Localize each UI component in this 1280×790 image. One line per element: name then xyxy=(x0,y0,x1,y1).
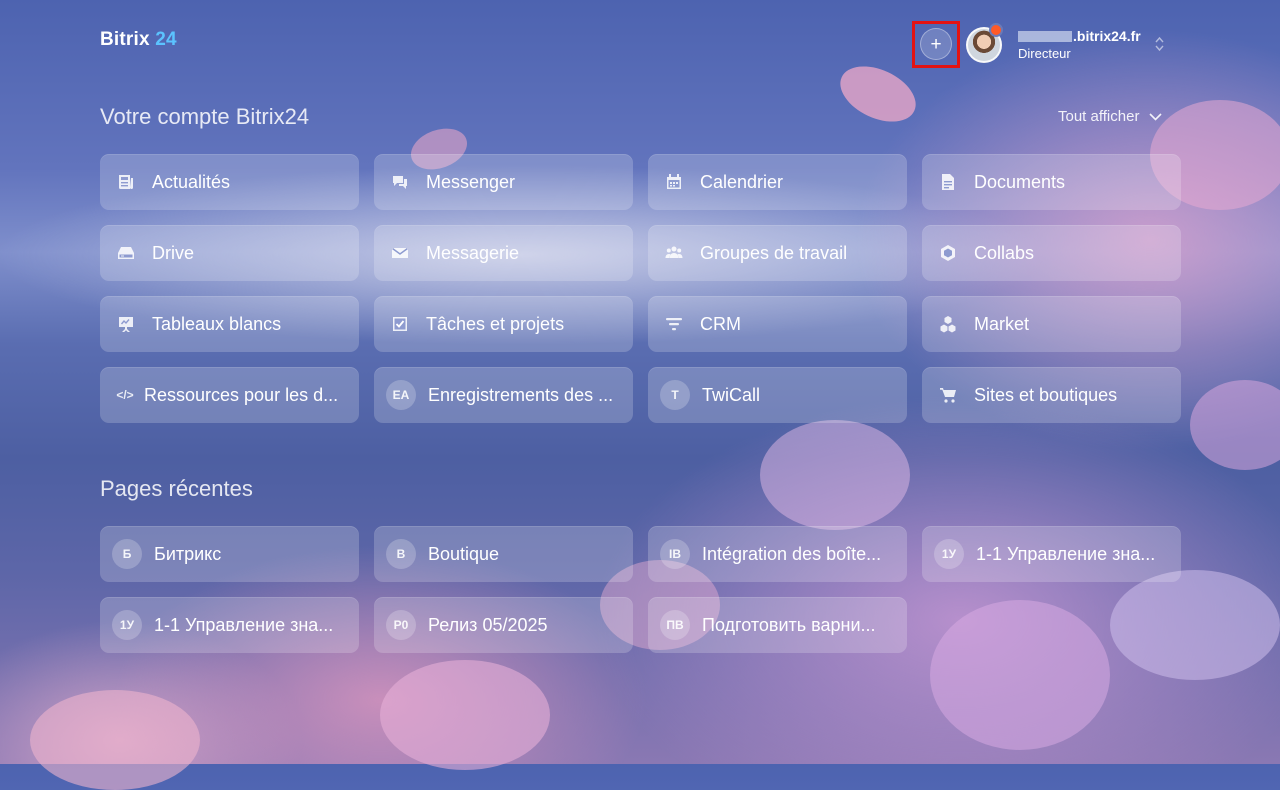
top-header: Bitrix 24 + .bitrix24.fr Directeur xyxy=(0,0,1280,90)
initials-avatar: EA xyxy=(386,380,416,410)
app-tile-ressources-developpeurs[interactable]: </> Ressources pour les d... xyxy=(100,367,359,423)
app-tile-label: CRM xyxy=(700,313,741,334)
group-icon xyxy=(662,241,686,265)
initials-avatar: Р0 xyxy=(386,610,416,640)
recent-page-label: Intégration des boîte... xyxy=(702,543,882,564)
recent-page-label: Битрикс xyxy=(154,543,222,564)
initials-avatar: IB xyxy=(660,539,690,569)
recent-page-label: Подготовить варни... xyxy=(702,614,876,635)
app-tile-label: Drive xyxy=(152,242,195,263)
chat-icon xyxy=(388,170,412,194)
whiteboard-icon xyxy=(114,312,138,336)
recent-page-label: 1-1 Управление зна... xyxy=(154,614,334,635)
app-tile-label: Messagerie xyxy=(426,242,520,263)
app-tile-calendrier[interactable]: Calendrier xyxy=(648,154,907,210)
bitrix24-logo[interactable]: Bitrix 24 xyxy=(100,29,177,51)
app-tile-label: Groupes de travail xyxy=(700,242,848,263)
app-tile-messagerie[interactable]: Messagerie xyxy=(374,225,633,281)
app-tile-actualites[interactable]: Actualités xyxy=(100,154,359,210)
show-all-button[interactable]: Tout afficher xyxy=(1058,108,1163,125)
account-role: Directeur xyxy=(1018,46,1071,61)
cart-icon xyxy=(936,383,960,407)
app-tile-label: Messenger xyxy=(426,171,516,192)
app-tile-label: Actualités xyxy=(152,171,231,192)
initials-avatar: T xyxy=(660,380,690,410)
logo-number: 24 xyxy=(155,29,177,50)
logo-text: Bitrix xyxy=(100,29,150,50)
initials-avatar: B xyxy=(386,539,416,569)
recent-page-tile[interactable]: ПВ Подготовить варни... xyxy=(648,597,907,653)
masked-domain-prefix xyxy=(1018,31,1072,42)
app-tile-label: Documents xyxy=(974,171,1066,192)
app-tile-label: Sites et boutiques xyxy=(974,384,1118,405)
app-tile-label: Tableaux blancs xyxy=(152,313,282,334)
recent-page-tile[interactable]: 1У 1-1 Управление зна... xyxy=(100,597,359,653)
recent-page-tile[interactable]: 1У 1-1 Управление зна... xyxy=(922,526,1181,582)
chevron-down-icon xyxy=(1149,112,1163,121)
document-icon xyxy=(936,170,960,194)
initials-avatar: 1У xyxy=(112,610,142,640)
app-tile-documents[interactable]: Documents xyxy=(922,154,1181,210)
app-tile-label: Collabs xyxy=(974,242,1035,263)
app-tile-label: Ressources pour les d... xyxy=(144,384,339,405)
drive-icon xyxy=(114,241,138,265)
task-icon xyxy=(388,312,412,336)
recent-section-title: Pages récentes xyxy=(100,476,253,501)
initials-avatar: 1У xyxy=(934,539,964,569)
app-tile-crm[interactable]: CRM xyxy=(648,296,907,352)
account-section-title: Votre compte Bitrix24 xyxy=(100,104,310,129)
app-tile-enregistrements[interactable]: EA Enregistrements des ... xyxy=(374,367,633,423)
notification-dot xyxy=(989,23,1003,37)
app-tile-messenger[interactable]: Messenger xyxy=(374,154,633,210)
app-tile-label: Tâches et projets xyxy=(426,313,565,334)
app-tile-market[interactable]: Market xyxy=(922,296,1181,352)
recent-page-label: Boutique xyxy=(428,543,500,564)
app-tile-sites-et-boutiques[interactable]: Sites et boutiques xyxy=(922,367,1181,423)
recent-pages-grid: Б Битрикс B Boutique IB Intégration des … xyxy=(100,526,1181,653)
calendar-icon xyxy=(662,170,686,194)
app-tile-twicall[interactable]: T TwiCall xyxy=(648,367,907,423)
account-switcher[interactable]: .bitrix24.fr Directeur xyxy=(1018,28,1141,62)
hexagon-icon xyxy=(936,241,960,265)
code-icon: </> xyxy=(116,388,134,402)
filter-icon xyxy=(662,312,686,336)
app-tile-collabs[interactable]: Collabs xyxy=(922,225,1181,281)
app-tile-label: TwiCall xyxy=(702,384,761,405)
initials-avatar: ПВ xyxy=(660,610,690,640)
newspaper-icon xyxy=(114,170,138,194)
show-all-label: Tout afficher xyxy=(1058,108,1140,125)
mail-icon xyxy=(388,241,412,265)
app-tile-label: Enregistrements des ... xyxy=(428,384,614,405)
account-domain-text: .bitrix24.fr xyxy=(1073,28,1141,44)
recent-page-tile[interactable]: Б Битрикс xyxy=(100,526,359,582)
recent-page-label: 1-1 Управление зна... xyxy=(976,543,1156,564)
initials-avatar: Б xyxy=(112,539,142,569)
app-tile-drive[interactable]: Drive xyxy=(100,225,359,281)
recent-page-tile[interactable]: B Boutique xyxy=(374,526,633,582)
app-tile-groupes-de-travail[interactable]: Groupes de travail xyxy=(648,225,907,281)
recent-page-label: Релиз 05/2025 xyxy=(428,614,548,635)
app-tile-label: Calendrier xyxy=(700,171,784,192)
chevron-updown-icon[interactable] xyxy=(1155,36,1164,54)
recent-page-tile[interactable]: IB Intégration des boîte... xyxy=(648,526,907,582)
apps-grid: Actualités Messenger Calendrier Document… xyxy=(100,154,1181,423)
app-tile-taches-et-projets[interactable]: Tâches et projets xyxy=(374,296,633,352)
recent-page-tile[interactable]: Р0 Релиз 05/2025 xyxy=(374,597,633,653)
app-tile-label: Market xyxy=(974,313,1030,334)
app-tile-tableaux-blancs[interactable]: Tableaux blancs xyxy=(100,296,359,352)
highlight-box xyxy=(912,21,960,68)
blocks-icon xyxy=(936,312,960,336)
account-domain: .bitrix24.fr xyxy=(1018,28,1141,45)
